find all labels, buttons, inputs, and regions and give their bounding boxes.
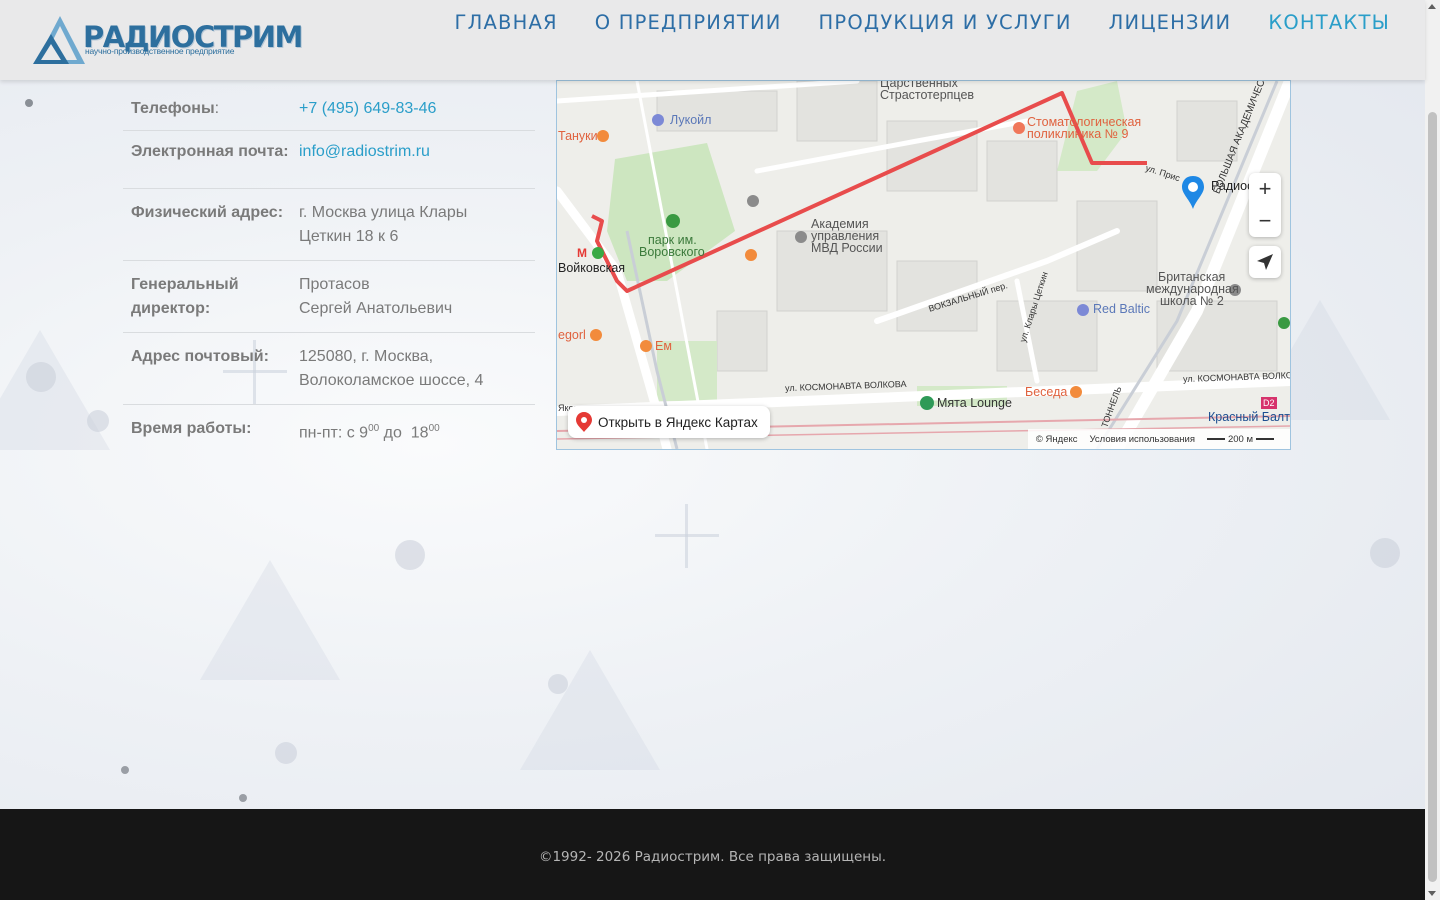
map-label-metro: Войковская bbox=[558, 261, 626, 275]
map-label-park-2: Воровского bbox=[639, 245, 705, 259]
director-label: Генеральный директор: bbox=[123, 273, 299, 321]
bg-triangle bbox=[200, 560, 340, 680]
postal-label: Адрес почтовый: bbox=[131, 348, 269, 365]
map-label-beseda: Беседа bbox=[1025, 385, 1068, 399]
map-label-academy-3: МВД России bbox=[811, 241, 883, 255]
hours-value: пн-пт: с 900 до 1800 bbox=[299, 417, 535, 445]
map-label-british-3: школа № 2 bbox=[1160, 294, 1224, 308]
logo-subtitle: научно-производственное предприятие bbox=[85, 46, 235, 56]
contacts-table: Телефоны: +7 (495) 649-83-46 Электронная… bbox=[123, 88, 535, 456]
address-line-2: Цеткин 18 к 6 bbox=[299, 228, 399, 245]
email-label: Электронная почта: bbox=[131, 143, 289, 160]
contact-row-postal: Адрес почтовый: 125080, г. Москва, Волок… bbox=[123, 333, 535, 405]
postal-line-2: Волоколамское шоссе, 4 bbox=[299, 372, 484, 389]
zoom-out-button[interactable]: − bbox=[1249, 205, 1281, 237]
map-zoom-control: + − bbox=[1249, 173, 1281, 237]
hours-to-sup: 00 bbox=[428, 423, 440, 434]
hours-label: Время работы: bbox=[131, 420, 252, 437]
map-attribution: © Яндекс Условия использования 200 м bbox=[1027, 429, 1290, 449]
map-label-clinic-2: поликлиника № 9 bbox=[1027, 127, 1129, 141]
email-link[interactable]: info@radiostrim.ru bbox=[299, 140, 535, 164]
map-label-myata: Мята Lounge bbox=[937, 396, 1012, 410]
site-header: РАДИОСТРИМ научно-производственное предп… bbox=[0, 0, 1425, 80]
location-arrow-icon bbox=[1257, 254, 1273, 270]
nav-products[interactable]: ПРОДУКЦИЯ И УСЛУГИ bbox=[819, 11, 1072, 34]
bg-dot bbox=[26, 362, 56, 392]
map-label-lukoil: Лукойл bbox=[670, 113, 712, 127]
contact-row-director: Генеральный директор: Протасов Сергей Ан… bbox=[123, 261, 535, 333]
contact-row-address: Физический адрес: г. Москва улица Клары … bbox=[123, 189, 535, 261]
map-pin-icon bbox=[576, 412, 592, 432]
map-label-red-baltic: Red Baltic bbox=[1093, 302, 1150, 316]
director-line-1: Протасов bbox=[299, 276, 370, 293]
director-line-2: Сергей Анатольевич bbox=[299, 300, 453, 317]
hours-from-sup: 00 bbox=[368, 423, 380, 434]
bg-dot bbox=[395, 540, 425, 570]
nav-home[interactable]: ГЛАВНАЯ bbox=[455, 11, 558, 34]
director-label-line-1: Генеральный bbox=[131, 276, 239, 293]
map-copyright: © Яндекс bbox=[1035, 433, 1078, 445]
open-in-yandex-maps-button[interactable]: Открыть в Яндекс Картах bbox=[568, 406, 770, 438]
nav-licenses[interactable]: ЛИЦЕНЗИИ bbox=[1109, 11, 1232, 34]
address-label: Физический адрес: bbox=[131, 204, 284, 221]
contact-row-hours: Время работы: пн-пт: с 900 до 1800 bbox=[123, 405, 535, 456]
zoom-in-button[interactable]: + bbox=[1249, 173, 1281, 205]
phones-label: Телефоны: bbox=[123, 97, 299, 121]
footer-copyright: ©1992- 2026 Радиострим. Все права защище… bbox=[538, 849, 887, 865]
phone-link[interactable]: +7 (495) 649-83-46 bbox=[299, 97, 535, 121]
bg-dot bbox=[1370, 538, 1400, 568]
map-label-church-2: Страстотерпцев bbox=[880, 88, 975, 102]
postal-value: 125080, г. Москва, Волоколамское шоссе, … bbox=[299, 345, 535, 393]
map-tiles: M bbox=[557, 81, 1290, 449]
map-scale: 200 м bbox=[1206, 433, 1274, 445]
bg-dot bbox=[121, 766, 129, 774]
hours-mid: до 18 bbox=[379, 424, 429, 442]
bg-dot bbox=[87, 410, 109, 432]
bg-dot bbox=[548, 674, 568, 694]
geolocation-button[interactable] bbox=[1249, 246, 1281, 278]
address-value: г. Москва улица Клары Цеткин 18 к 6 bbox=[299, 201, 535, 249]
bg-dot bbox=[239, 794, 247, 802]
hours-prefix: пн-пт: с 9 bbox=[299, 424, 369, 442]
open-in-yandex-maps-label: Открыть в Яндекс Картах bbox=[598, 414, 758, 430]
map-label-em: Ем bbox=[655, 339, 672, 353]
logo-mark-icon bbox=[33, 16, 85, 64]
scroll-down-arrow-icon[interactable] bbox=[1428, 891, 1436, 896]
phones-label-colon: : bbox=[214, 100, 220, 117]
contact-row-email: Электронная почта: info@radiostrim.ru bbox=[123, 131, 535, 189]
site-logo[interactable]: РАДИОСТРИМ научно-производственное предп… bbox=[33, 12, 303, 68]
main-nav: ГЛАВНАЯ О ПРЕДПРИЯТИИ ПРОДУКЦИЯ И УСЛУГИ… bbox=[455, 11, 1390, 34]
address-line-1: г. Москва улица Клары bbox=[299, 204, 468, 221]
bg-triangle bbox=[520, 650, 660, 770]
bg-dot bbox=[275, 742, 297, 764]
map-label-d2: D2 bbox=[1261, 397, 1277, 409]
map-scale-label: 200 м bbox=[1227, 433, 1253, 445]
contact-row-phones: Телефоны: +7 (495) 649-83-46 bbox=[123, 88, 535, 131]
site-footer: ©1992- 2026 Радиострим. Все права защище… bbox=[0, 809, 1425, 900]
postal-line-1: 125080, г. Москва, bbox=[299, 348, 434, 365]
bg-plus bbox=[655, 534, 719, 537]
scroll-up-arrow-icon[interactable] bbox=[1428, 4, 1436, 9]
scrollbar-thumb[interactable] bbox=[1428, 112, 1437, 882]
map-terms-link[interactable]: Условия использования bbox=[1090, 434, 1195, 445]
director-value: Протасов Сергей Анатольевич bbox=[299, 273, 535, 321]
bg-triangle bbox=[0, 330, 110, 450]
map-label-egorl: egorl bbox=[558, 328, 586, 342]
page-scrollbar[interactable] bbox=[1425, 0, 1440, 900]
bg-dot bbox=[25, 99, 33, 107]
yandex-map[interactable]: M Царственных Страстотерпцев Лукойл Тану… bbox=[556, 80, 1291, 450]
nav-about[interactable]: О ПРЕДПРИЯТИИ bbox=[595, 11, 782, 34]
map-label-krasny-balt: Красный Балти bbox=[1208, 410, 1291, 424]
phones-label-text: Телефоны bbox=[131, 100, 215, 117]
nav-contacts[interactable]: КОНТАКТЫ bbox=[1268, 11, 1390, 34]
director-label-line-2: директор: bbox=[131, 300, 211, 317]
map-label-tanuki: Тануки bbox=[558, 129, 598, 143]
svg-text:M: M bbox=[577, 246, 587, 260]
